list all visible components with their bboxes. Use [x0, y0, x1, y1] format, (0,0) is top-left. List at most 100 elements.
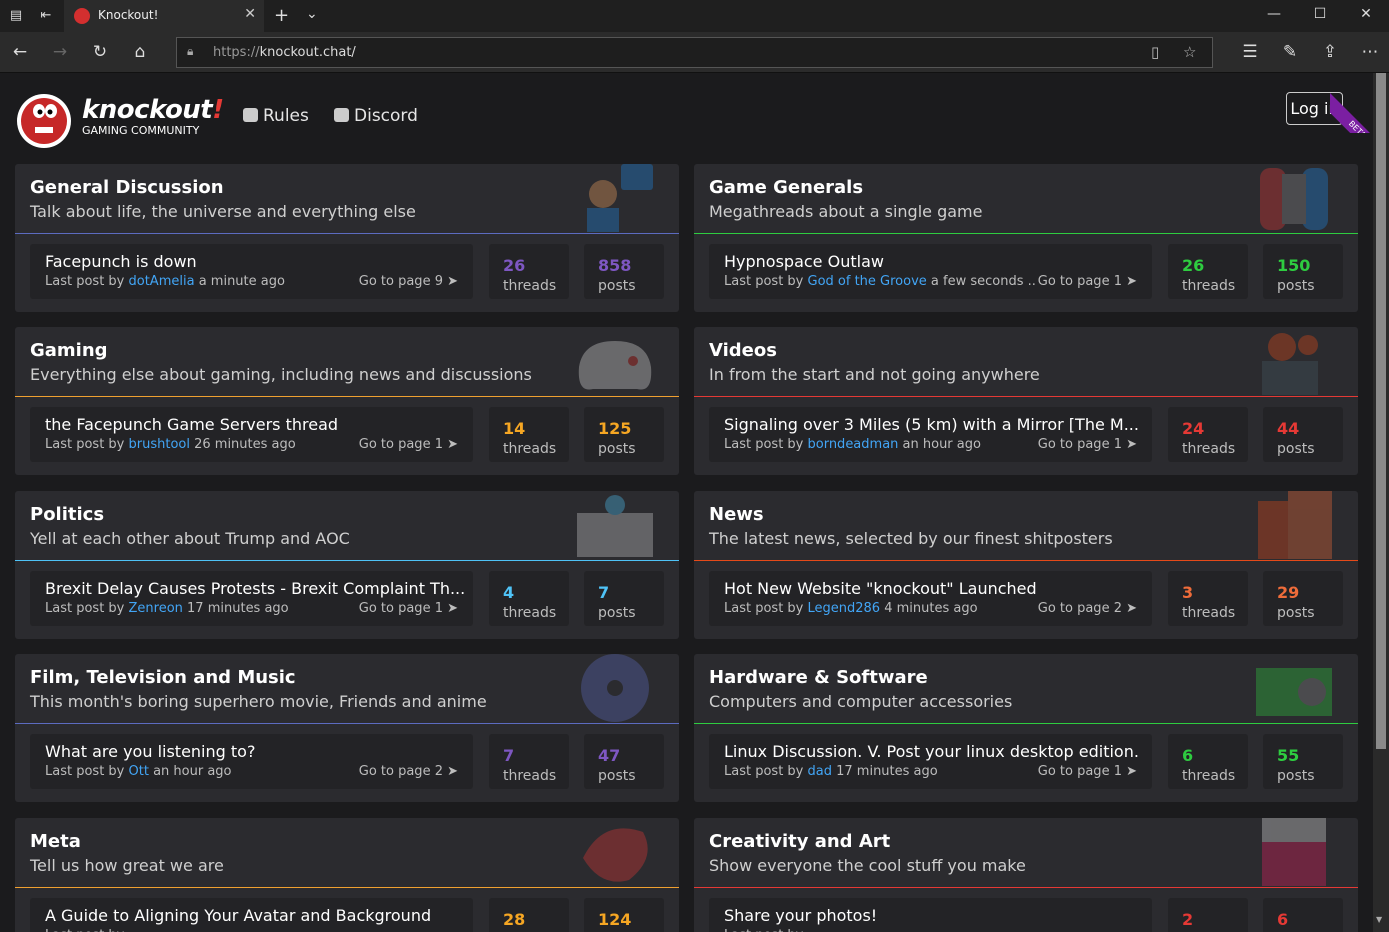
- go-to-page-link[interactable]: Go to page 9 ➤: [356, 274, 458, 289]
- subforum-header[interactable]: Film, Television and Music This month's b…: [15, 654, 679, 724]
- subforum-card[interactable]: Game Generals Megathreads about a single …: [694, 164, 1358, 312]
- thread-title[interactable]: A Guide to Aligning Your Avatar and Back…: [45, 906, 465, 925]
- posts-label: posts: [1277, 605, 1315, 621]
- home-icon[interactable]: ⌂: [128, 42, 152, 62]
- favorites-list-icon[interactable]: ☰: [1238, 42, 1262, 62]
- latest-thread[interactable]: Share your photos! Last post by: [709, 898, 1152, 932]
- posts-label: posts: [598, 441, 636, 457]
- subforum-header[interactable]: Hardware & Software Computers and compute…: [694, 654, 1358, 724]
- subforum-card[interactable]: Meta Tell us how great we are A Guide to A…: [15, 818, 679, 932]
- posts-number: 125: [598, 419, 632, 438]
- close-tab-icon[interactable]: ✕: [244, 6, 256, 22]
- thread-title[interactable]: Facepunch is down: [45, 252, 465, 271]
- thread-title[interactable]: Hypnospace Outlaw: [724, 252, 1144, 271]
- thread-last-user[interactable]: borndeadman: [808, 437, 899, 452]
- subforum-title[interactable]: General Discussion: [30, 177, 224, 198]
- knockout-logo-icon[interactable]: [15, 85, 73, 149]
- latest-thread[interactable]: Linux Discussion. V. Post your linux des…: [709, 734, 1152, 789]
- subforum-header[interactable]: Creativity and Art Show everyone the cool…: [694, 818, 1358, 888]
- pen-icon[interactable]: ✎: [1278, 42, 1302, 62]
- go-to-page-link[interactable]: Go to page 1 ➤: [356, 437, 458, 452]
- subforum-card[interactable]: Creativity and Art Show everyone the cool…: [694, 818, 1358, 932]
- go-to-page-link[interactable]: Go to page 1 ➤: [1035, 274, 1137, 289]
- subforum-card[interactable]: Videos In from the start and not going an…: [694, 327, 1358, 475]
- subforum-card[interactable]: Film, Television and Music This month's b…: [15, 654, 679, 802]
- subforum-title[interactable]: Creativity and Art: [709, 831, 890, 852]
- subforum-header[interactable]: Videos In from the start and not going an…: [694, 327, 1358, 397]
- address-bar[interactable]: 🔒︎ https://knockout.chat/ ▯ ☆: [176, 37, 1213, 68]
- browser-navbar: ← → ↻ ⌂ 🔒︎ https://knockout.chat/ ▯ ☆ ☰ …: [0, 32, 1389, 73]
- subforum-title[interactable]: Politics: [30, 504, 104, 525]
- thread-last-user[interactable]: Legend286: [808, 601, 881, 616]
- latest-thread[interactable]: Hot New Website "knockout" Launched Last …: [709, 571, 1152, 626]
- subforum-header[interactable]: News The latest news, selected by our fin…: [694, 491, 1358, 561]
- subforum-title[interactable]: Videos: [709, 340, 777, 361]
- subforum-header[interactable]: Politics Yell at each other about Trump a…: [15, 491, 679, 561]
- subforum-header[interactable]: General Discussion Talk about life, the u…: [15, 164, 679, 234]
- latest-thread[interactable]: Brexit Delay Causes Protests - Brexit Co…: [30, 571, 473, 626]
- scrollbar-thumb[interactable]: [1376, 73, 1386, 749]
- close-window-icon[interactable]: ✕: [1351, 6, 1381, 22]
- thread-last-user[interactable]: brushtool: [129, 437, 190, 452]
- go-to-page-link[interactable]: Go to page 1 ➤: [1035, 437, 1137, 452]
- thread-title[interactable]: Share your photos!: [724, 906, 1144, 925]
- latest-thread[interactable]: Hypnospace Outlaw Last post by God of the…: [709, 244, 1152, 299]
- brand-name[interactable]: knockout!: [82, 95, 224, 125]
- subforum-title[interactable]: News: [709, 504, 764, 525]
- set-aside-tabs-icon[interactable]: ⇤: [38, 8, 54, 24]
- browser-tab[interactable]: Knockout! ✕: [64, 0, 264, 32]
- subforum-header[interactable]: Game Generals Megathreads about a single …: [694, 164, 1358, 234]
- vertical-scrollbar[interactable]: ▼: [1373, 73, 1389, 932]
- subforum-title[interactable]: Meta: [30, 831, 81, 852]
- go-to-page-link[interactable]: Go to page 2 ➤: [1035, 601, 1137, 616]
- subforum-card[interactable]: News The latest news, selected by our fin…: [694, 491, 1358, 639]
- tab-actions-icon[interactable]: ▤: [8, 8, 24, 24]
- scroll-down-icon[interactable]: ▼: [1376, 915, 1382, 924]
- address-url[interactable]: https://knockout.chat/: [213, 45, 356, 60]
- back-icon[interactable]: ←: [8, 42, 32, 62]
- share-icon[interactable]: ⇪: [1318, 42, 1342, 62]
- subforum-card[interactable]: General Discussion Talk about life, the u…: [15, 164, 679, 312]
- subforum-title[interactable]: Hardware & Software: [709, 667, 928, 688]
- thread-title[interactable]: Linux Discussion. V. Post your linux des…: [724, 742, 1144, 761]
- latest-thread[interactable]: What are you listening to? Last post by O…: [30, 734, 473, 789]
- subforum-header[interactable]: Meta Tell us how great we are: [15, 818, 679, 888]
- thread-last-user[interactable]: Ott: [129, 764, 149, 779]
- refresh-icon[interactable]: ↻: [88, 42, 112, 62]
- thread-title[interactable]: Signaling over 3 Miles (5 km) with a Mir…: [724, 415, 1144, 434]
- thread-title[interactable]: the Facepunch Game Servers thread: [45, 415, 465, 434]
- subforum-card[interactable]: Gaming Everything else about gaming, incl…: [15, 327, 679, 475]
- minimize-icon[interactable]: —: [1259, 6, 1289, 22]
- thread-title[interactable]: Brexit Delay Causes Protests - Brexit Co…: [45, 579, 465, 598]
- go-to-page-link[interactable]: Go to page 1 ➤: [1035, 764, 1137, 779]
- latest-thread[interactable]: A Guide to Aligning Your Avatar and Back…: [30, 898, 473, 932]
- threads-label: threads: [1182, 278, 1236, 294]
- latest-thread[interactable]: the Facepunch Game Servers thread Last po…: [30, 407, 473, 462]
- subforum-card[interactable]: Hardware & Software Computers and compute…: [694, 654, 1358, 802]
- subforum-title[interactable]: Game Generals: [709, 177, 863, 198]
- discord-link[interactable]: Discord: [334, 106, 418, 126]
- go-to-page-link[interactable]: Go to page 1 ➤: [356, 601, 458, 616]
- forward-icon[interactable]: →: [48, 42, 72, 62]
- thread-title[interactable]: What are you listening to?: [45, 742, 465, 761]
- latest-thread[interactable]: Signaling over 3 Miles (5 km) with a Mir…: [709, 407, 1152, 462]
- subforum-title[interactable]: Film, Television and Music: [30, 667, 296, 688]
- go-to-page-link[interactable]: Go to page 2 ➤: [356, 764, 458, 779]
- thread-last-user[interactable]: dad: [808, 764, 832, 779]
- subforum-header[interactable]: Gaming Everything else about gaming, incl…: [15, 327, 679, 397]
- subforum-card[interactable]: Politics Yell at each other about Trump a…: [15, 491, 679, 639]
- rules-link[interactable]: Rules: [243, 106, 309, 126]
- thread-title[interactable]: Hot New Website "knockout" Launched: [724, 579, 1144, 598]
- new-tab-icon[interactable]: +: [274, 5, 289, 26]
- thread-last-user[interactable]: Zenreon: [129, 601, 183, 616]
- thread-last-user[interactable]: dotAmelia: [129, 274, 195, 289]
- maximize-icon[interactable]: ☐: [1305, 6, 1335, 22]
- reading-view-icon[interactable]: ▯: [1151, 43, 1159, 61]
- latest-thread[interactable]: Facepunch is down Last post by dotAmelia …: [30, 244, 473, 299]
- thread-last-post: Last post by Ott an hour ago: [45, 764, 232, 779]
- chevron-down-icon[interactable]: ⌄: [306, 6, 318, 22]
- favorite-star-icon[interactable]: ☆: [1183, 43, 1196, 61]
- thread-last-user[interactable]: God of the Groove: [808, 274, 927, 289]
- more-icon[interactable]: ⋯: [1358, 42, 1382, 62]
- subforum-title[interactable]: Gaming: [30, 340, 108, 361]
